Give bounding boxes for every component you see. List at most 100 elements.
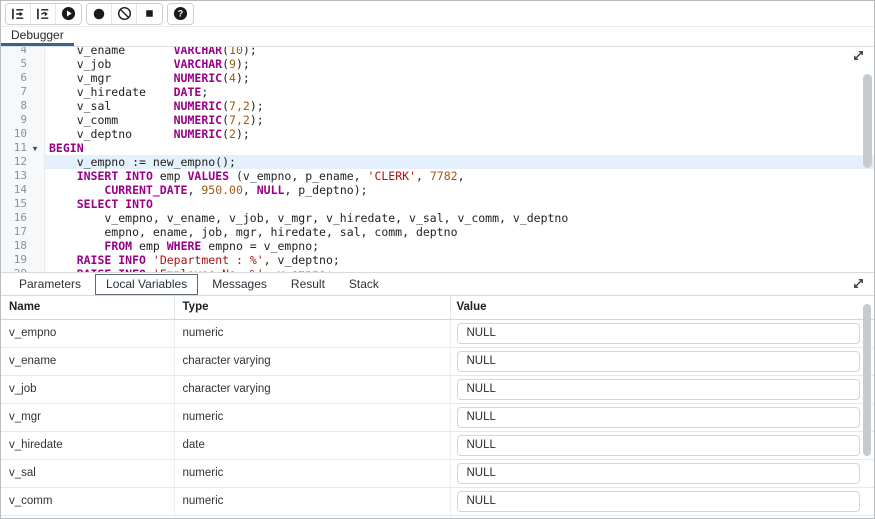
code-line[interactable]: 6 v_mgr NUMERIC(4); [1,71,874,85]
step-over-button[interactable] [31,4,56,24]
line-number[interactable]: 14 [1,183,27,197]
line-number[interactable]: 4 [1,47,27,57]
variable-value-input[interactable] [457,379,860,400]
tab-debugger[interactable]: Debugger [1,27,74,46]
column-header-type[interactable]: Type [174,296,450,319]
line-number[interactable]: 8 [1,99,27,113]
variable-value-input[interactable] [457,435,860,456]
code-line-text[interactable]: v_mgr NUMERIC(4); [45,71,874,85]
line-number[interactable]: 11 [1,141,27,155]
tab-stack[interactable]: Stack [339,272,389,296]
tab-messages[interactable]: Messages [202,272,277,296]
line-number[interactable]: 16 [1,211,27,225]
line-gutter[interactable]: 14 [1,183,45,197]
line-gutter[interactable]: 6 [1,71,45,85]
code-line-text[interactable]: v_ename VARCHAR(10); [45,47,874,57]
line-gutter[interactable]: 19 [1,253,45,267]
line-number[interactable]: 6 [1,71,27,85]
column-header-value[interactable]: Value [450,296,874,319]
line-gutter[interactable]: 8 [1,99,45,113]
code-line[interactable]: 18 FROM emp WHERE empno = v_empno; [1,239,874,253]
variable-value-input[interactable] [457,407,860,428]
line-gutter[interactable]: 18 [1,239,45,253]
code-line-text[interactable]: empno, ename, job, mgr, hiredate, sal, c… [45,225,874,239]
step-into-icon [11,7,25,21]
editor-scrollbar[interactable] [862,47,873,272]
code-line[interactable]: 16 v_empno, v_ename, v_job, v_mgr, v_hir… [1,211,874,225]
line-gutter[interactable]: 16 [1,211,45,225]
code-line[interactable]: 15 SELECT INTO [1,197,874,211]
variable-value-input[interactable] [457,351,860,372]
help-button[interactable]: ? [168,4,193,24]
fold-gutter [27,225,43,239]
variable-value-cell [450,375,874,403]
fold-arrow-icon[interactable]: ▼ [27,141,43,155]
code-line[interactable]: 5 v_job VARCHAR(9); [1,57,874,71]
code-line[interactable]: 14 CURRENT_DATE, 950.00, NULL, p_deptno)… [1,183,874,197]
line-number[interactable]: 12 [1,155,27,169]
tab-local-variables[interactable]: Local Variables [95,274,198,295]
code-line-text[interactable]: v_deptno NUMERIC(2); [45,127,874,141]
line-number[interactable]: 15 [1,197,27,211]
line-gutter[interactable]: 10 [1,127,45,141]
variable-value-input[interactable] [457,491,860,512]
line-number[interactable]: 7 [1,85,27,99]
line-number[interactable]: 9 [1,113,27,127]
svg-text:?: ? [178,9,183,19]
code-line[interactable]: 19 RAISE INFO 'Department : %', v_deptno… [1,253,874,267]
line-gutter[interactable]: 15 [1,197,45,211]
code-line-text[interactable]: v_sal NUMERIC(7,2); [45,99,874,113]
variable-value-input[interactable] [457,323,860,344]
clear-breakpoints-button[interactable] [112,4,137,24]
stop-button[interactable] [137,4,162,24]
tab-result[interactable]: Result [281,272,335,296]
line-gutter[interactable]: 17 [1,225,45,239]
editor-scrollbar-thumb[interactable] [863,74,872,168]
code-line-text[interactable]: BEGIN [45,141,874,155]
column-header-name[interactable]: Name [1,296,174,319]
step-into-button[interactable] [6,4,31,24]
line-number[interactable]: 10 [1,127,27,141]
code-line[interactable]: 8 v_sal NUMERIC(7,2); [1,99,874,113]
line-gutter[interactable]: 7 [1,85,45,99]
code-line-text[interactable]: RAISE INFO 'Department : %', v_deptno; [45,253,874,267]
editor-expand-button[interactable] [850,49,866,65]
code-line[interactable]: 9 v_comm NUMERIC(7,2); [1,113,874,127]
code-line-text[interactable]: FROM emp WHERE empno = v_empno; [45,239,874,253]
panel-scrollbar[interactable] [862,296,872,518]
code-line[interactable]: 17 empno, ename, job, mgr, hiredate, sal… [1,225,874,239]
line-gutter[interactable]: 4 [1,47,45,57]
line-number[interactable]: 13 [1,169,27,183]
line-gutter[interactable]: 13 [1,169,45,183]
tab-parameters[interactable]: Parameters [9,272,91,296]
line-number[interactable]: 17 [1,225,27,239]
debug-toolbar: ? [1,1,874,27]
line-gutter[interactable]: 11▼ [1,141,45,155]
code-line-text[interactable]: INSERT INTO emp VALUES (v_empno, p_ename… [45,169,874,183]
code-line-text[interactable]: v_hiredate DATE; [45,85,874,99]
code-line[interactable]: 4 v_ename VARCHAR(10); [1,47,874,57]
line-number[interactable]: 19 [1,253,27,267]
code-line[interactable]: 10 v_deptno NUMERIC(2); [1,127,874,141]
code-line[interactable]: 11▼BEGIN [1,141,874,155]
code-line-text[interactable]: CURRENT_DATE, 950.00, NULL, p_deptno); [45,183,874,197]
code-line-text[interactable]: v_job VARCHAR(9); [45,57,874,71]
line-gutter[interactable]: 12 [1,155,45,169]
code-line[interactable]: 12 v_empno := new_empno(); [1,155,874,169]
line-gutter[interactable]: 9 [1,113,45,127]
toggle-breakpoint-button[interactable] [87,4,112,24]
continue-button[interactable] [56,4,81,24]
code-line[interactable]: 13 INSERT INTO emp VALUES (v_empno, p_en… [1,169,874,183]
line-gutter[interactable]: 5 [1,57,45,71]
code-line[interactable]: 7 v_hiredate DATE; [1,85,874,99]
panel-expand-button[interactable] [850,277,866,293]
line-number[interactable]: 5 [1,57,27,71]
code-editor[interactable]: 4 v_ename VARCHAR(10);5 v_job VARCHAR(9)… [1,47,874,272]
variable-value-input[interactable] [457,463,860,484]
panel-scrollbar-thumb[interactable] [863,304,871,456]
code-line-text[interactable]: v_empno, v_ename, v_job, v_mgr, v_hireda… [45,211,874,225]
line-number[interactable]: 18 [1,239,27,253]
code-line-text[interactable]: v_comm NUMERIC(7,2); [45,113,874,127]
code-line-text[interactable]: SELECT INTO [45,197,874,211]
code-line-text[interactable]: v_empno := new_empno(); [45,155,874,169]
